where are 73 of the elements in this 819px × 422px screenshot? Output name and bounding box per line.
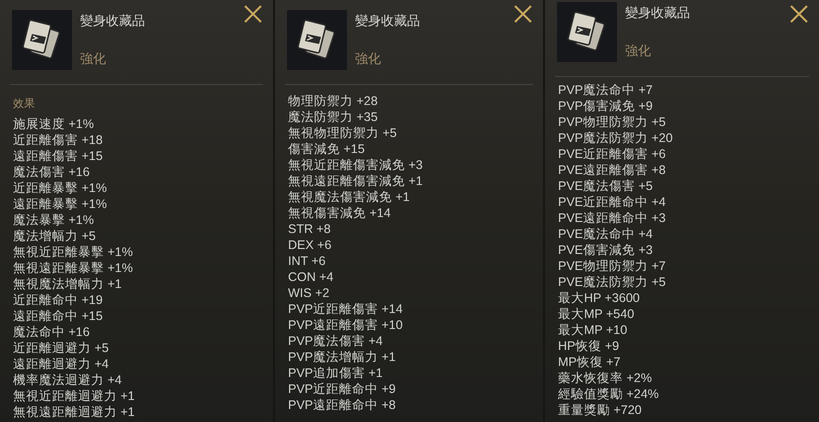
stat-line: PVP物理防禦力 +5 (558, 114, 667, 130)
stat-line: 無視近距離傷害減免 +3 (288, 157, 424, 173)
item-icon (12, 10, 72, 70)
stat-line: PVE魔法防禦力 +5 (558, 274, 667, 290)
stat-line: 施展速度 +1% (13, 116, 95, 132)
stat-line: 物理防禦力 +28 (288, 93, 379, 109)
stat-line: 傷害減免 +15 (288, 141, 366, 157)
item-subtitle: 強化 (355, 50, 382, 68)
item-subtitle: 強化 (625, 42, 652, 60)
stat-line: 近距離迴避力 +5 (13, 340, 110, 356)
stat-line: 無視物理防禦力 +5 (288, 125, 398, 141)
stat-line: 近距離暴擊 +1% (13, 180, 108, 196)
stat-line: PVE魔法傷害 +5 (558, 178, 654, 194)
stat-line: DEX +6 (288, 237, 332, 253)
item-icon (287, 10, 347, 70)
stat-line: 最大MP +540 (558, 306, 636, 322)
stat-line: PVE近距離命中 +4 (558, 194, 667, 210)
stat-line: 無視遠距離迴避力 +1 (13, 404, 136, 420)
item-title: 變身收藏品 (80, 12, 145, 30)
stat-line: PVP魔法傷害 +4 (288, 333, 384, 349)
stat-line: 魔法命中 +16 (13, 324, 91, 340)
stat-line: 魔法傷害 +16 (13, 164, 91, 180)
stat-line: PVP追加傷害 +1 (288, 365, 384, 381)
stat-line: HP恢復 +9 (558, 338, 620, 354)
stat-line: PVE遠距離命中 +3 (558, 210, 667, 226)
stat-line: 無視遠距離暴擊 +1% (13, 260, 134, 276)
stat-line: PVP魔法防禦力 +20 (558, 130, 674, 146)
stat-line: 魔法暴擊 +1% (13, 212, 95, 228)
close-button[interactable] (243, 4, 263, 24)
stat-line: PVP魔法增幅力 +1 (288, 349, 397, 365)
stat-line: INT +6 (288, 253, 327, 269)
section-label: 效果 (13, 97, 36, 111)
stat-line: 近距離傷害 +18 (13, 132, 104, 148)
stat-line: PVE物理防禦力 +7 (558, 258, 667, 274)
stat-line: 最大MP +10 (558, 322, 628, 338)
stat-line: PVP傷害減免 +9 (558, 98, 654, 114)
stat-line: STR +8 (288, 221, 332, 237)
item-title: 變身收藏品 (625, 4, 690, 22)
stat-line: PVE傷害減免 +3 (558, 242, 654, 258)
stat-line: 機率魔法迴避力 +4 (13, 372, 123, 388)
stat-line: 藥水恢復率 +2% (558, 370, 653, 386)
close-button[interactable] (513, 4, 533, 24)
stat-line: 經驗值獎勵 +24% (558, 386, 660, 402)
stat-line: 魔法防禦力 +35 (288, 109, 379, 125)
stat-line: 遠距離迴避力 +4 (13, 356, 110, 372)
stat-line: PVP近距離傷害 +14 (288, 301, 404, 317)
stat-line: 無視遠距離傷害減免 +1 (288, 173, 424, 189)
stat-line: PVE魔法命中 +4 (558, 226, 654, 242)
stat-line: 魔法增幅力 +5 (13, 228, 97, 244)
stat-line: CON +4 (288, 269, 335, 285)
stat-line: 重量獎勵 +720 (558, 402, 643, 418)
close-button[interactable] (789, 4, 809, 24)
item-subtitle: 強化 (80, 50, 107, 68)
stat-line: 無視傷害減免 +14 (288, 205, 392, 221)
stat-line: 近距離命中 +19 (13, 292, 104, 308)
item-title: 變身收藏品 (355, 12, 420, 30)
stat-line: PVE近距離傷害 +6 (558, 146, 667, 162)
item-icon (557, 2, 617, 62)
stat-line: WIS +2 (288, 285, 330, 301)
stat-line: PVP魔法命中 +7 (558, 82, 654, 98)
stat-line: 無視近距離暴擊 +1% (13, 244, 134, 260)
stat-line: PVE遠距離傷害 +8 (558, 162, 667, 178)
stat-line: 最大HP +3600 (558, 290, 641, 306)
stat-line: PVP遠距離傷害 +10 (288, 317, 404, 333)
stat-line: PVP近距離命中 +9 (288, 381, 397, 397)
stat-line: 無視近距離迴避力 +1 (13, 388, 136, 404)
stat-line: 遠距離暴擊 +1% (13, 196, 108, 212)
stat-line: 遠距離命中 +15 (13, 308, 104, 324)
stat-line: 無視魔法傷害減免 +1 (288, 189, 411, 205)
stat-line: 無視魔法增幅力 +1 (13, 276, 123, 292)
stat-line: 遠距離傷害 +15 (13, 148, 104, 164)
stat-line: PVP遠距離命中 +8 (288, 397, 397, 413)
stat-line: MP恢復 +7 (558, 354, 622, 370)
